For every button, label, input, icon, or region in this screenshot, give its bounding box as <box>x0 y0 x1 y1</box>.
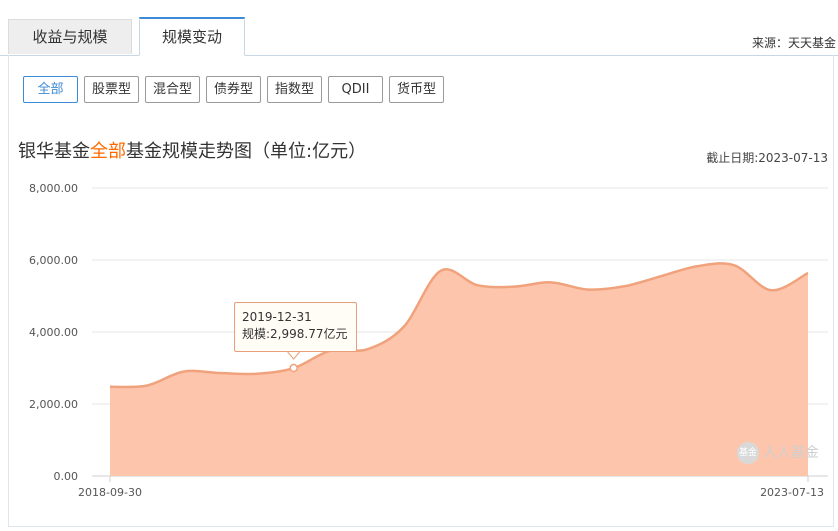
tooltip-date: 2019-12-31 <box>242 310 312 324</box>
chart-tooltip: 2019-12-31 规模:2,998.77亿元 <box>234 302 357 352</box>
watermark-text: 人人基金 <box>763 445 819 461</box>
y-tick-label: 8,000.00 <box>29 182 78 195</box>
x-tick-label-start: 2018-09-30 <box>78 486 142 499</box>
tooltip-value: 规模:2,998.77亿元 <box>242 327 348 341</box>
y-tick-label: 6,000.00 <box>29 254 78 267</box>
scale-trend-chart: 0.00 2,000.00 4,000.00 6,000.00 8,000.00 2018… <box>29 182 828 499</box>
watermark-seal-icon: 基金 <box>737 442 759 464</box>
x-tick-label-end: 2023-07-13 <box>760 486 824 499</box>
tooltip-pointer <box>287 351 301 360</box>
y-tick-label: 4,000.00 <box>29 326 78 339</box>
y-tick-label: 0.00 <box>54 470 79 483</box>
watermark-logo: 基金 人人基金 <box>737 442 819 464</box>
y-tick-label: 2,000.00 <box>29 398 78 411</box>
highlight-point <box>289 363 298 373</box>
series-area <box>110 263 808 476</box>
